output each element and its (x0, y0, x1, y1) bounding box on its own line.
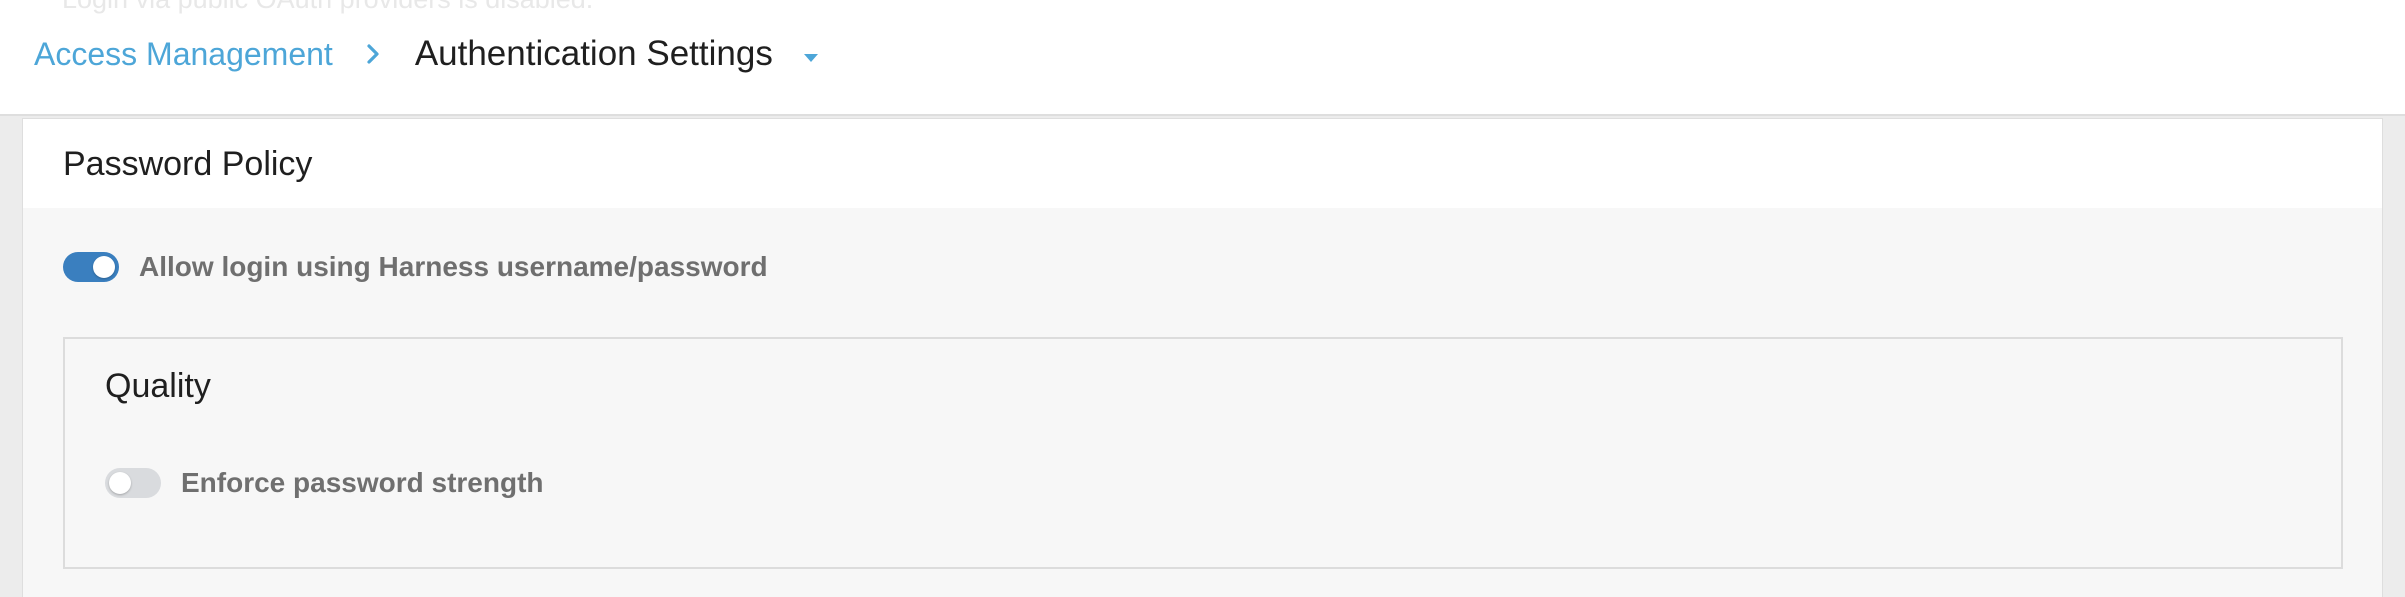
password-policy-title: Password Policy (63, 145, 313, 183)
oauth-disabled-notice: Login via public OAuth providers is disa… (62, 0, 593, 15)
password-policy-card: Password Policy Allow login using Harnes… (22, 118, 2383, 597)
breadcrumb-access-management-link[interactable]: Access Management (34, 36, 333, 73)
chevron-right-icon (353, 30, 393, 78)
page-title: Authentication Settings (414, 34, 773, 73)
allow-login-toggle[interactable] (63, 252, 119, 282)
quality-title: Quality (105, 367, 211, 405)
caret-down-icon[interactable] (799, 30, 823, 78)
enforce-strength-label: Enforce password strength (181, 467, 544, 498)
quality-section: Quality Enforce password strength (63, 337, 2343, 569)
breadcrumb: Access Management Authentication Setting… (34, 30, 823, 78)
page-header: Login via public OAuth providers is disa… (0, 0, 2405, 116)
enforce-strength-row: Enforce password strength (105, 463, 544, 503)
allow-login-label: Allow login using Harness username/passw… (139, 251, 768, 282)
password-policy-card-header: Password Policy (23, 119, 2382, 208)
toggle-knob (93, 256, 115, 278)
enforce-strength-toggle[interactable] (105, 468, 161, 498)
allow-login-row: Allow login using Harness username/passw… (63, 247, 768, 287)
toggle-knob (109, 472, 131, 494)
